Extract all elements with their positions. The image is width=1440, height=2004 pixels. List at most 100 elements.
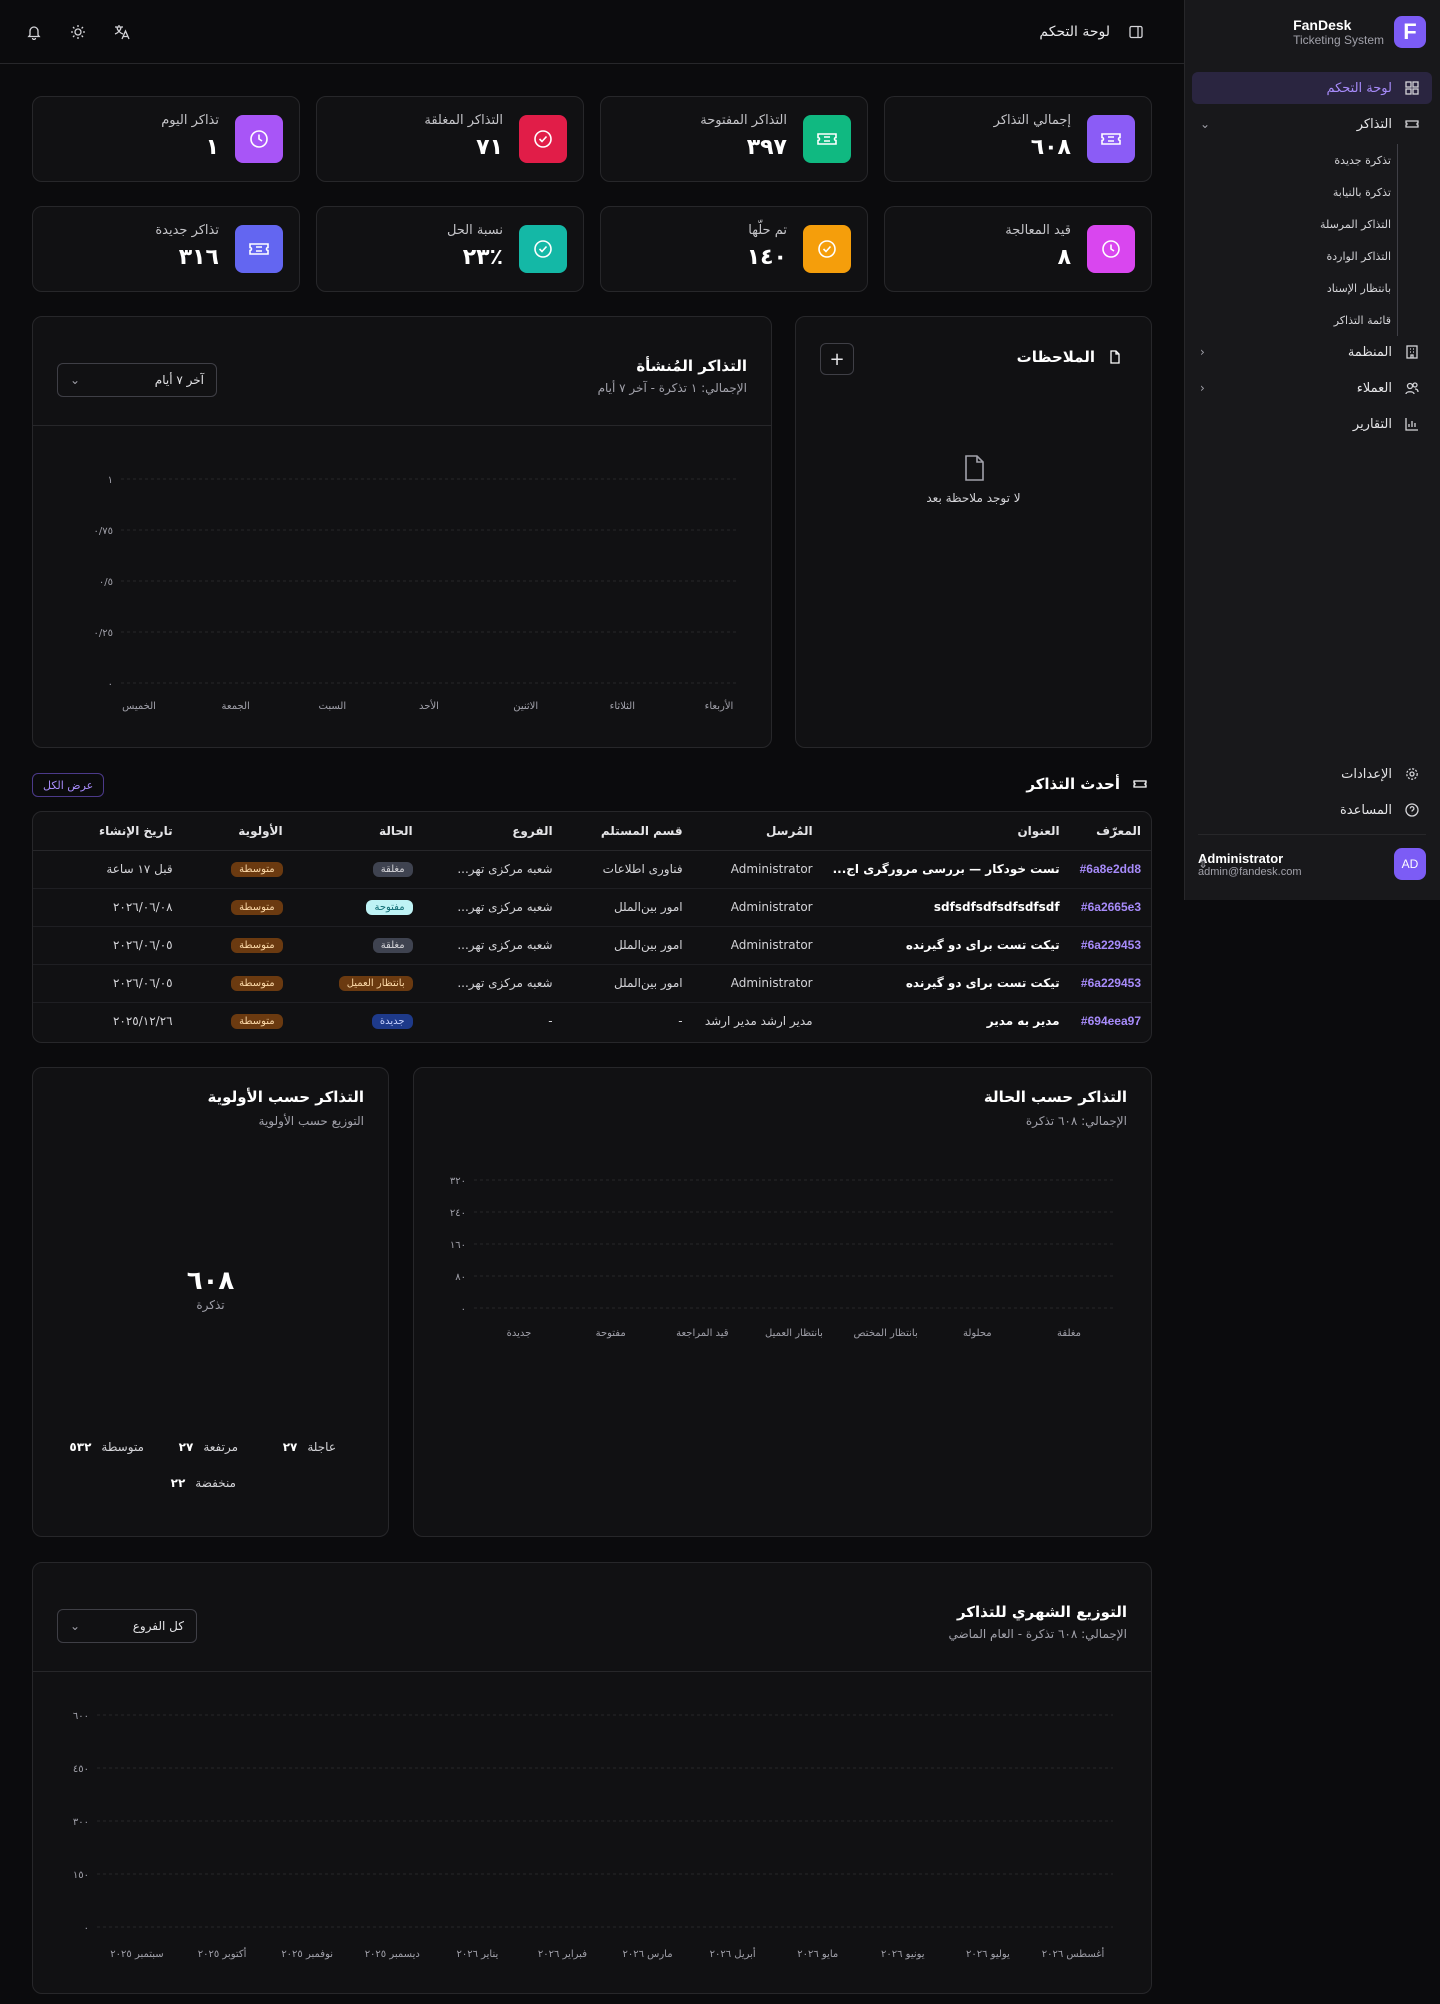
legend-label: عاجلة [307, 1440, 336, 1454]
table-cell: شعبه مرکزی تهر... [422, 926, 563, 965]
table-cell: متوسطة [182, 926, 293, 965]
column-header[interactable]: قسم المستلم [562, 812, 693, 851]
ticket-id-link[interactable]: #694eea97 [1081, 1014, 1141, 1028]
created-chart-title: التذاكر المُنشأة [636, 357, 747, 375]
sidebar-item-dashboard[interactable]: لوحة التحكم [1192, 72, 1432, 104]
table-cell: Administrator [692, 888, 823, 927]
sidebar-item-settings[interactable]: الإعدادات [1192, 758, 1432, 790]
ticket-title[interactable]: تست خودکار — بررسی مرورگری اج... [833, 862, 1060, 876]
ticket-icon [235, 225, 283, 273]
chevrons-up-down-icon: ⇕ [1198, 857, 1209, 871]
sidebar-subitem-ticket-list[interactable]: قائمة التذاكر [1192, 304, 1398, 336]
ticket-id-link[interactable]: #6a229453 [1081, 976, 1141, 990]
table-row[interactable]: #6a2665e3 sdfsdfsdfsdfsdfsdf Administrator… [33, 888, 1151, 927]
branch-select[interactable]: كل الفروع ⌄ [57, 1609, 197, 1643]
translate-icon[interactable] [110, 20, 134, 44]
column-header[interactable]: الفروع [422, 812, 563, 851]
priority-card: التذاكر حسب الأولوية التوزيع حسب الأولوي… [32, 1067, 389, 1537]
table-row[interactable]: #6a8e2dd8 تست خودکار — بررسی مرورگری اج..… [33, 850, 1151, 889]
sidebar-subitem-on-behalf[interactable]: تذكرة بالنيابة [1192, 176, 1398, 208]
column-header[interactable]: العنوان [822, 812, 1070, 851]
sidebar-subitem-pending-assign[interactable]: بانتظار الإسناد [1192, 272, 1398, 304]
chevron-left-icon: ‹ [1200, 381, 1205, 395]
sidebar-item-reports[interactable]: التقارير [1192, 408, 1432, 440]
brand[interactable]: F FanDesk Ticketing System [1293, 16, 1426, 48]
ticket-branch: شعبه مرکزی تهر... [457, 862, 553, 876]
page-title: لوحة التحكم [1039, 24, 1110, 40]
stat-label: التذاكر المغلقة [424, 113, 503, 128]
check-circle-icon [803, 225, 851, 273]
ticket-title[interactable]: تیکت تست برای دو گیرنده [906, 976, 1060, 990]
table-row[interactable]: #694eea97 مدیر به مدیر مدیر ارشد مدیر ارشد… [33, 1002, 1151, 1040]
x-tick-label: سبتمبر ٢٠٢٥ [110, 1949, 163, 1960]
sidebar-item-label: التذاكر [1356, 116, 1392, 132]
sidebar-item-tickets[interactable]: التذاكر ⌄ [1192, 108, 1432, 140]
ticket-title[interactable]: sdfsdfsdfsdfsdfsdf [934, 900, 1060, 914]
table-cell: امور بین‌الملل [562, 964, 693, 1003]
add-note-button[interactable]: + [820, 343, 854, 375]
table-cell: امور بین‌الملل [562, 926, 693, 965]
view-all-button[interactable]: عرض الكل [32, 773, 105, 797]
chevron-down-icon: ⌄ [70, 373, 81, 387]
y-tick-label: ٠/٢٥ [94, 628, 113, 639]
sun-icon[interactable] [66, 20, 90, 44]
column-header[interactable]: تاريخ الإنشاء [33, 812, 183, 851]
sidebar-item-organization[interactable]: المنظمة ‹ [1192, 336, 1432, 368]
legend-label: متوسطة [101, 1440, 144, 1454]
stat-label: التذاكر المفتوحة [700, 113, 787, 128]
column-header[interactable]: الأولوية [182, 812, 293, 851]
stat-card-today: تذاكر اليوم ١ [32, 96, 300, 182]
ticket-department: فناوری اطلاعات [602, 862, 683, 876]
gear-icon [1400, 762, 1424, 786]
range-select[interactable]: آخر ٧ أيام ⌄ [57, 363, 217, 397]
ticket-title[interactable]: مدیر به مدیر [987, 1014, 1060, 1028]
y-tick-label: ٠ [461, 1304, 466, 1315]
sidebar: F FanDesk Ticketing System لوحة التحكم ا… [1184, 0, 1440, 900]
y-tick-label: ٠ [84, 1923, 89, 1934]
priority-badge: متوسطة [231, 938, 283, 953]
priority-legend-urgent: عاجلة ٢٧ [283, 1440, 336, 1454]
table-cell: مدیر ارشد مدیر ارشد [693, 1002, 823, 1040]
table-row[interactable]: #6a229453 تیکت تست برای دو گیرنده Administ… [33, 964, 1151, 1003]
ticket-department: امور بین‌الملل [613, 938, 683, 952]
ticket-date: ٢٠٢٥/١٢/٢٦ [112, 1014, 173, 1029]
priority-badge: متوسطة [231, 976, 283, 991]
ticket-id-link[interactable]: #6a229453 [1081, 938, 1141, 952]
column-header[interactable]: المُرسل [692, 812, 823, 851]
chevron-down-icon: ⌄ [1200, 117, 1211, 131]
priority-legend-medium: متوسطة ٥٣٢ [69, 1440, 144, 1454]
ticket-id-link[interactable]: #6a8e2dd8 [1080, 862, 1141, 876]
table-row[interactable]: #6a229453 تیکت تست برای دو گیرنده Administ… [33, 926, 1151, 965]
ticket-icon [1400, 112, 1424, 136]
ticket-id-link[interactable]: #6a2665e3 [1081, 900, 1141, 914]
table-cell: sdfsdfsdfsdfsdfsdf [822, 888, 1070, 927]
sidebar-subitem-new-ticket[interactable]: تذكرة جديدة [1192, 144, 1398, 176]
legend-label: مرتفعة [203, 1440, 238, 1454]
table-cell: #6a229453 [1069, 964, 1151, 1003]
sidebar-subitem-incoming[interactable]: التذاكر الواردة [1192, 240, 1398, 272]
table-cell: مفتوحة [292, 888, 423, 927]
y-tick-label: ٦٠٠ [73, 1711, 89, 1722]
sidebar-subitem-sent[interactable]: التذاكر المرسلة [1192, 208, 1398, 240]
sidebar-item-customers[interactable]: العملاء ‹ [1192, 372, 1432, 404]
x-tick-label: فبراير ٢٠٢٦ [538, 1949, 587, 1960]
column-header[interactable]: المعرّف [1069, 812, 1151, 851]
bell-icon[interactable] [22, 20, 46, 44]
x-tick-label: أغسطس ٢٠٢٦ [1042, 1947, 1105, 1960]
status-badge: مغلقة [372, 862, 413, 877]
table-cell: جديدة [293, 1002, 423, 1040]
sidebar-item-help[interactable]: المساعدة [1192, 794, 1432, 826]
x-tick-label: الجمعة [222, 701, 250, 712]
table-cell: تیکت تست برای دو گیرنده [822, 964, 1070, 1003]
sidebar-toggle-icon[interactable] [1124, 20, 1148, 44]
latest-tickets-table: المعرّف العنوان المُرسل قسم المستلم الفر… [33, 812, 1151, 1040]
stat-label: نسبة الحل [446, 223, 503, 238]
sidebar-item-label: المساعدة [1339, 802, 1392, 818]
priority-total-unit: تذكرة [196, 1298, 225, 1312]
sidebar-item-label: التقارير [1352, 416, 1392, 432]
user-menu[interactable]: AD Administrator admin@fandesk.com ⇕ [1198, 848, 1426, 880]
sidebar-item-label: العملاء [1356, 380, 1392, 396]
stat-card-open: التذاكر المفتوحة ٣٩٧ [600, 96, 868, 182]
column-header[interactable]: الحالة [292, 812, 423, 851]
ticket-title[interactable]: تیکت تست برای دو گیرنده [906, 938, 1060, 952]
